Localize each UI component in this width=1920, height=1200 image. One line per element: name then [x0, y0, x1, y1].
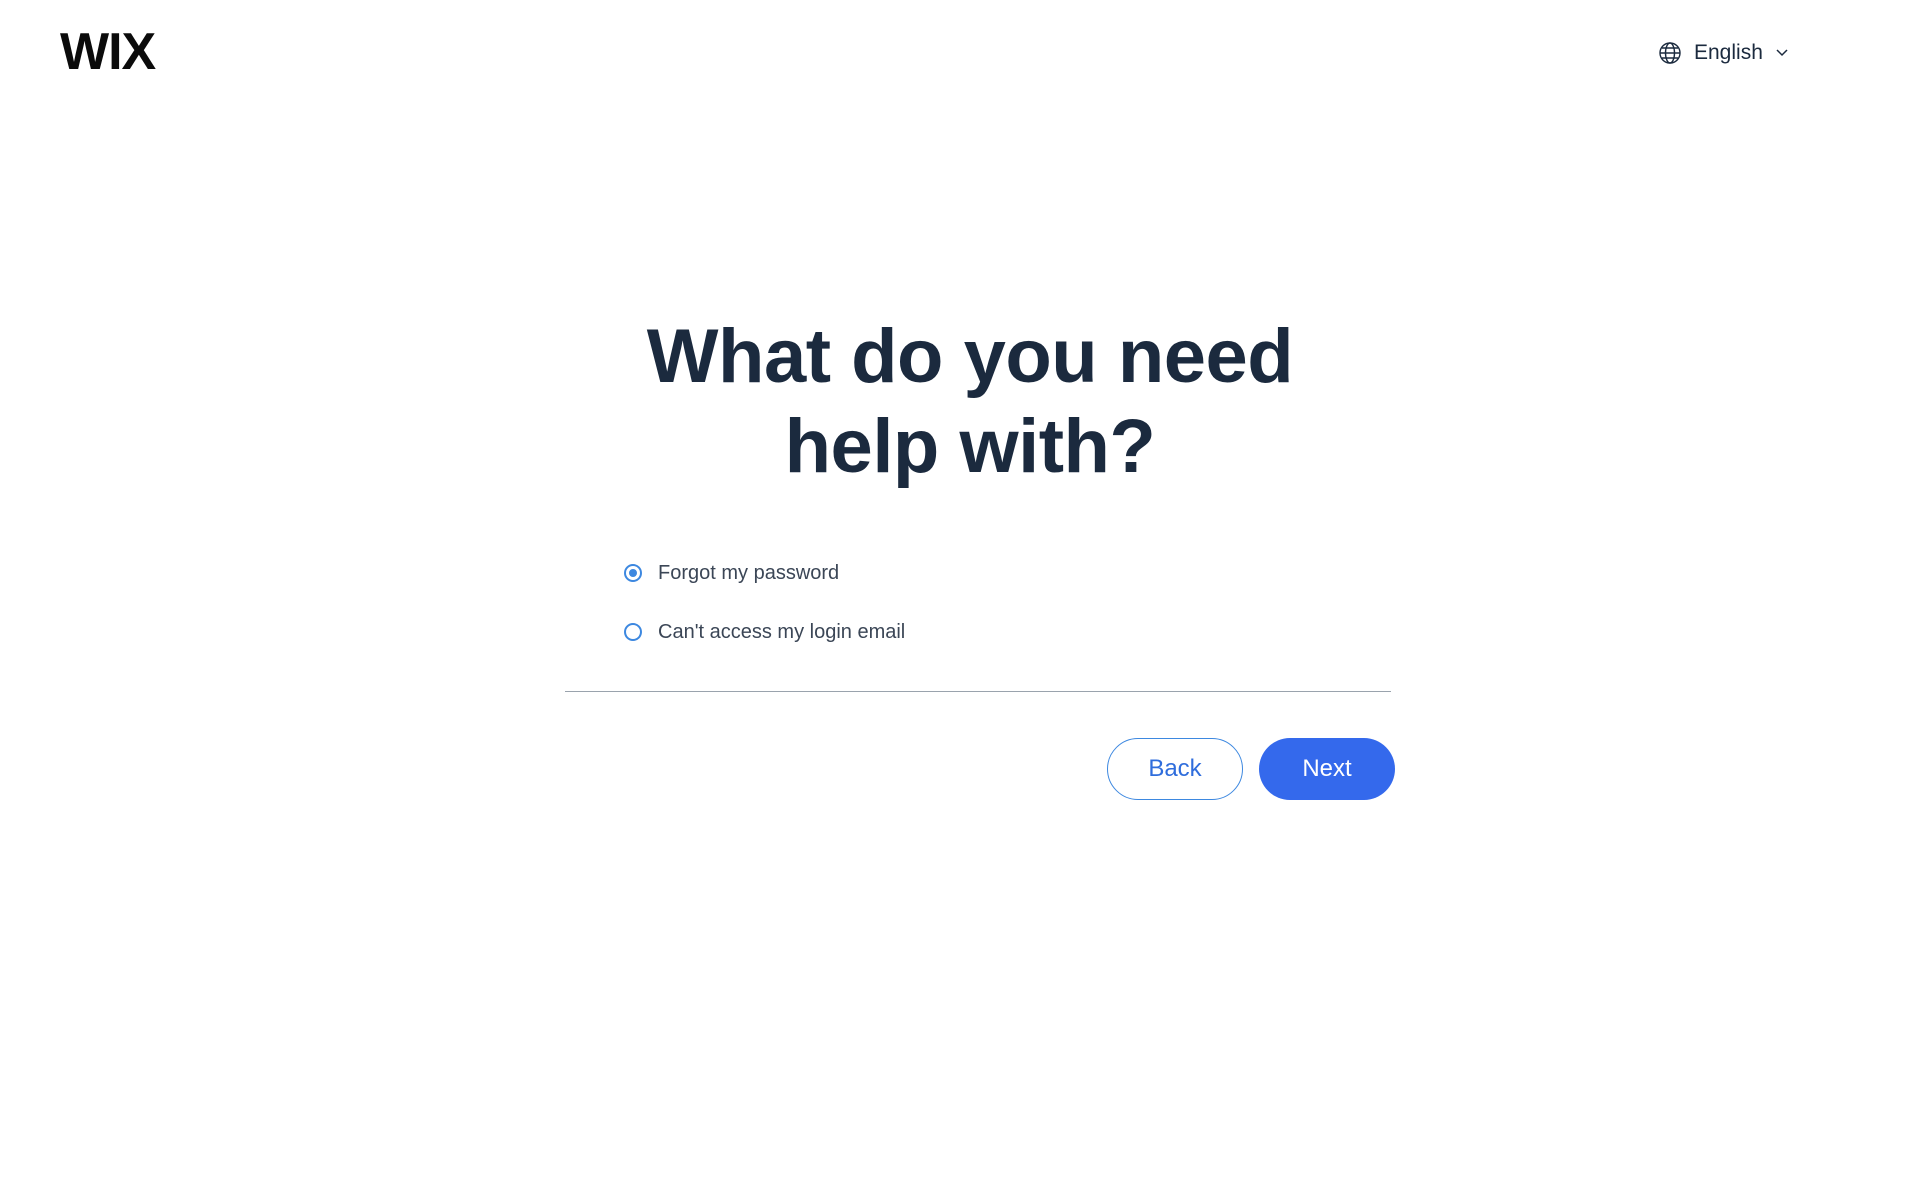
next-button[interactable]: Next	[1259, 738, 1395, 800]
globe-icon	[1658, 41, 1682, 65]
page-title: What do you need help with?	[646, 314, 1294, 489]
page: WIX English What do you need help with? …	[0, 0, 1920, 1200]
option-label: Forgot my password	[658, 561, 840, 584]
chevron-down-icon	[1775, 48, 1789, 58]
radio-forgot-password[interactable]	[624, 564, 642, 582]
option-forgot-password[interactable]: Forgot my password	[624, 555, 905, 591]
language-selector[interactable]: English	[1658, 36, 1789, 70]
option-label: Can't access my login email	[658, 620, 906, 643]
wix-logo[interactable]: WIX	[60, 26, 156, 78]
back-button[interactable]: Back	[1107, 738, 1243, 800]
radio-cant-access-email[interactable]	[624, 623, 642, 641]
divider	[565, 691, 1391, 692]
language-label: English	[1694, 41, 1763, 64]
option-cant-access-email[interactable]: Can't access my login email	[624, 614, 905, 650]
help-options: Forgot my password Can't access my login…	[624, 555, 905, 673]
